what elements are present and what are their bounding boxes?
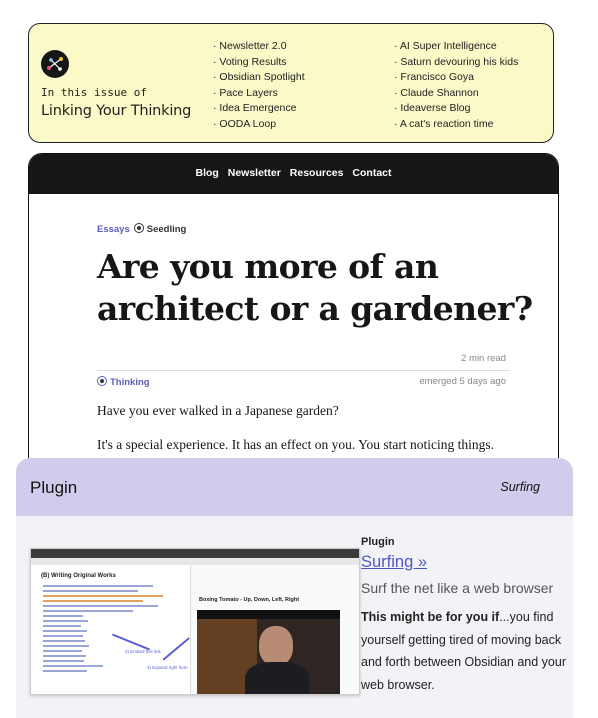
read-time: 2 min read [461, 353, 506, 364]
nav-contact[interactable]: Contact [352, 167, 391, 179]
thinking-icon [97, 376, 107, 386]
note-link-line [43, 640, 85, 642]
topic-item: · Pace Layers [213, 86, 278, 99]
topic-item: · Idea Emergence [213, 102, 297, 115]
emerged-date: emerged 5 days ago [419, 376, 506, 387]
category-link[interactable]: Thinking [97, 376, 150, 388]
topic-item: · Claude Shannon [394, 86, 479, 99]
newsletter-title: Linking Your Thinking [41, 103, 192, 119]
topic-item: · Francisco Goya [394, 71, 474, 84]
newsletter-header: In this issue of Linking Your Thinking ·… [28, 23, 554, 143]
person-face [259, 626, 293, 666]
network-icon [47, 57, 63, 71]
note-link-line [43, 635, 83, 637]
nav-newsletter[interactable]: Newsletter [228, 167, 281, 179]
annotation-label: 2) Embed this link [125, 649, 161, 654]
topic-item: · Obsidian Spotlight [213, 71, 305, 84]
note-link-line [43, 655, 86, 657]
note-title: (B) Writing Original Works [41, 573, 116, 579]
tag-seedling[interactable]: Seedling [147, 224, 187, 235]
plugin-card: Plugin Surfing (B) Writing Original Work… [16, 458, 573, 718]
issue-label: In this issue of [41, 86, 147, 99]
plugin-link[interactable]: Surfing » [361, 553, 427, 572]
note-link-line [43, 595, 163, 597]
note-link-line [43, 585, 153, 587]
lyt-logo [41, 50, 69, 78]
article-headline: Are you more of an architect or a garden… [97, 247, 533, 328]
note-link-line [43, 600, 143, 602]
article-paragraph: Have you ever walked in a Japanese garde… [97, 403, 339, 418]
topic-item: · Newsletter 2.0 [213, 40, 287, 52]
plugin-label: Plugin [361, 536, 395, 548]
video-title: Boxing Tomato - Up, Down, Left, Right [199, 597, 300, 603]
tag-essays[interactable]: Essays [97, 224, 130, 235]
topics-list-left: · Newsletter 2.0 · Voting Results · Obsi… [213, 39, 305, 133]
topics-list-right: · AI Super Intelligence · Saturn devouri… [394, 39, 518, 133]
note-link-line [43, 610, 133, 612]
plugin-screenshot: (B) Writing Original Works 2) Embed this… [30, 548, 360, 695]
note-link-line [43, 590, 138, 592]
seedling-icon [133, 223, 144, 233]
surfing-pane: Boxing Tomato - Up, Down, Left, Right [190, 565, 359, 694]
browser-tab-bar [31, 549, 359, 558]
plugin-header-title: Plugin [30, 478, 78, 497]
annotation-arrow [162, 637, 190, 661]
article-paragraph: It's a special experience. It has an eff… [97, 437, 494, 452]
note-link-line [43, 645, 89, 647]
note-link-line [43, 670, 87, 672]
article-tags: Essays Seedling [97, 223, 186, 235]
plugin-header-type: Surfing [500, 480, 540, 494]
note-link-line [43, 620, 88, 622]
topic-item: · Ideaverse Blog [394, 102, 471, 115]
video-thumbnail[interactable] [197, 610, 340, 694]
article-card: Blog Newsletter Resources Contact Essays… [28, 153, 559, 473]
nav-blog[interactable]: Blog [196, 167, 219, 179]
plugin-description: This might be for you if...you find your… [361, 610, 566, 692]
topic-item: · AI Super Intelligence [394, 40, 497, 52]
topic-item: · OODA Loop [213, 117, 277, 130]
topic-item: · Saturn devouring his kids [394, 55, 519, 68]
topic-item: · A cat's reaction time [394, 117, 494, 130]
person-body [245, 662, 309, 694]
plugin-header: Plugin Surfing [16, 458, 573, 516]
plugin-tagline: Surf the net like a web browser [361, 580, 554, 596]
site-nav: Blog Newsletter Resources Contact [29, 154, 558, 194]
note-link-line [43, 605, 158, 607]
note-link-line [43, 660, 84, 662]
nav-resources[interactable]: Resources [290, 167, 344, 179]
note-link-line [43, 625, 81, 627]
annotation-label: 3) Expand right here [147, 665, 188, 670]
note-link-line [43, 650, 82, 652]
note-link-line [43, 665, 103, 667]
browser-url-bar [31, 558, 359, 565]
note-link-line [43, 615, 83, 617]
topic-item: · Voting Results [213, 55, 287, 68]
annotation-arrow [112, 633, 150, 650]
divider [97, 370, 510, 371]
note-link-line [43, 630, 87, 632]
